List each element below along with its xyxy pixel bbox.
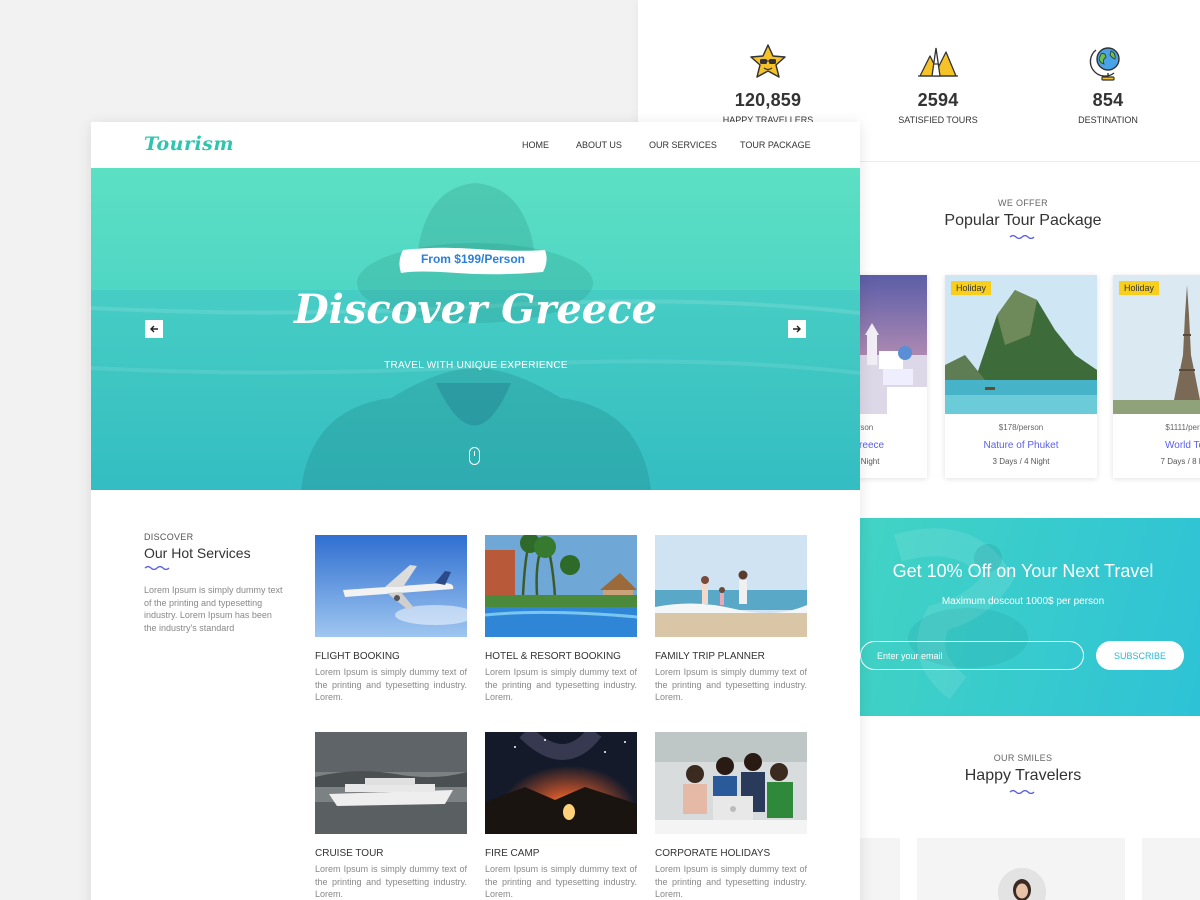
service-description: Lorem Ipsum is simply dummy text of the … [655, 864, 807, 899]
service-title: FIRE CAMP [485, 848, 540, 859]
package-duration: 7 Days / 8 Night [1160, 457, 1200, 466]
smiles-title: Happy Travelers [964, 767, 1082, 784]
service-title: FAMILY TRIP PLANNER [655, 651, 765, 662]
services-title: Our Hot Services [144, 545, 251, 561]
nav-item-tour-package[interactable]: TOUR PACKAGE [740, 140, 811, 150]
squiggle-divider-icon [144, 565, 170, 570]
offer-title: Popular Tour Package [944, 212, 1102, 229]
package-image [945, 275, 1097, 414]
scroll-mouse-icon[interactable] [469, 447, 480, 465]
service-card-hotel-resort-booking[interactable]: HOTEL & RESORT BOOKING Lorem Ipsum is si… [485, 535, 637, 704]
service-image [655, 732, 807, 834]
package-duration: 3 Days / 4 Night [992, 457, 1050, 466]
promo-title: Get 10% Off on Your Next Travel [892, 561, 1154, 581]
services-eyebrow: DISCOVER [144, 532, 194, 542]
stat-label: SATISFIED TOURS [898, 115, 978, 125]
landmarks-icon [918, 47, 958, 77]
stat-destination: 854 DESTINATION [1023, 42, 1193, 125]
package-name[interactable]: World Tour [1113, 440, 1200, 451]
package-price: $1111/person [1165, 423, 1200, 432]
star-glasses-icon [750, 44, 786, 78]
hero-subtitle: TRAVEL WITH UNIQUE EXPERIENCE [384, 360, 568, 371]
service-description: Lorem Ipsum is simply dummy text of the … [315, 864, 467, 899]
nav-item-home[interactable]: HOME [522, 140, 549, 150]
service-image [315, 535, 467, 637]
email-field[interactable] [860, 641, 1084, 670]
main-page-preview: Tourism HOME ABOUT US OUR SERVICES TOUR … [91, 122, 860, 900]
testimonials-heading: OUR SMILES Happy Travelers [858, 753, 1188, 794]
service-image [485, 535, 637, 637]
nav-item-our-services[interactable]: OUR SERVICES [649, 140, 717, 150]
service-title: CORPORATE HOLIDAYS [655, 848, 771, 859]
service-description: Lorem Ipsum is simply dummy text of the … [485, 864, 637, 899]
services-description: Lorem Ipsum is simply dummy text of the … [144, 585, 283, 633]
hero-slider: From $199/Person Discover Greece TRAVEL … [91, 168, 860, 490]
arrow-left-icon [150, 325, 158, 333]
service-title: CRUISE TOUR [315, 848, 384, 859]
site-logo[interactable]: Tourism [144, 133, 234, 155]
testimonial-card [1142, 838, 1200, 900]
package-image [1113, 275, 1200, 414]
globe-icon [1089, 47, 1120, 81]
stat-value: 2594 [917, 90, 959, 110]
service-image [315, 732, 467, 834]
service-title: HOTEL & RESORT BOOKING [485, 651, 621, 662]
offer-eyebrow: WE OFFER [998, 198, 1048, 208]
service-title: FLIGHT BOOKING [315, 651, 400, 662]
package-card[interactable]: Holiday $1111/person World Tour 7 Days /… [1113, 275, 1200, 478]
navbar: Tourism HOME ABOUT US OUR SERVICES TOUR … [91, 122, 860, 168]
stat-satisfied-tours: 2594 SATISFIED TOURS [853, 42, 1023, 125]
squiggle-divider-icon [1009, 789, 1035, 794]
service-description: Lorem Ipsum is simply dummy text of the … [485, 667, 637, 702]
slider-next-button[interactable] [788, 320, 806, 338]
smiles-eyebrow: OUR SMILES [993, 753, 1053, 763]
squiggle-divider-icon [1009, 234, 1035, 239]
package-name[interactable]: Nature of Phuket [945, 440, 1097, 451]
promo-subtitle: Maximum doscout 1000$ per person [941, 596, 1105, 607]
service-card-family-trip-planner[interactable]: FAMILY TRIP PLANNER Lorem Ipsum is simpl… [655, 535, 807, 704]
stat-label: DESTINATION [1078, 115, 1138, 125]
service-image [655, 535, 807, 637]
services-intro: DISCOVER Our Hot Services Lorem Ipsum is… [144, 532, 284, 634]
package-tag: Holiday [951, 281, 992, 295]
package-price: $178/person [998, 423, 1044, 432]
service-card-cruise-tour[interactable]: CRUISE TOUR Lorem Ipsum is simply dummy … [315, 732, 467, 900]
testimonial-card [860, 838, 900, 900]
offer-heading: WE OFFER Popular Tour Package [858, 198, 1188, 239]
price-badge: From $199/Person [420, 252, 526, 266]
nav-item-about-us[interactable]: ABOUT US [576, 140, 622, 150]
package-tag: Holiday [1119, 281, 1160, 295]
service-card-fire-camp[interactable]: FIRE CAMP Lorem Ipsum is simply dummy te… [485, 732, 637, 900]
stat-happy-travellers: 120,859 HAPPY TRAVELLERS [683, 42, 853, 125]
subscribe-button[interactable]: SUBSCRIBE [1096, 641, 1184, 670]
service-image [485, 732, 637, 834]
hero-title: Discover Greece [293, 286, 658, 333]
service-description: Lorem Ipsum is simply dummy text of the … [655, 667, 807, 702]
service-card-flight-booking[interactable]: FLIGHT BOOKING Lorem Ipsum is simply dum… [315, 535, 467, 704]
arrow-right-icon [793, 325, 801, 333]
stat-value: 854 [1092, 90, 1124, 110]
package-card[interactable]: Holiday $178/person Nature of Phuket 3 D… [945, 275, 1097, 478]
slider-prev-button[interactable] [145, 320, 163, 338]
service-description: Lorem Ipsum is simply dummy text of the … [315, 667, 467, 702]
service-card-corporate-holidays[interactable]: CORPORATE HOLIDAYS Lorem Ipsum is simply… [655, 732, 807, 900]
stat-value: 120,859 [734, 90, 802, 110]
